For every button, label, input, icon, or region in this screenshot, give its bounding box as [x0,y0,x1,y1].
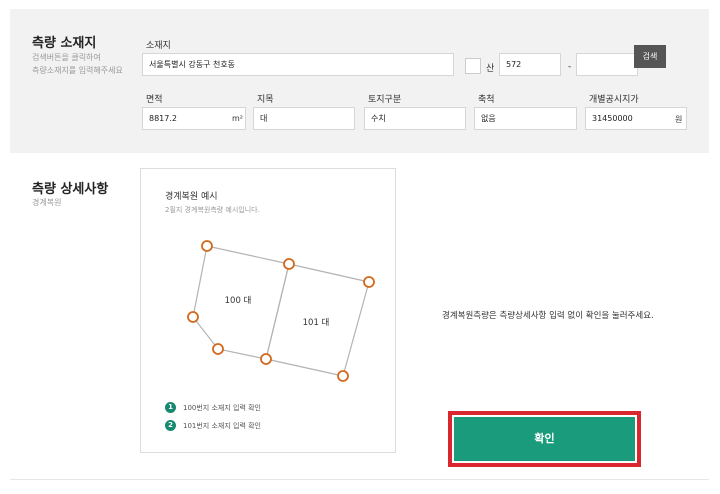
address-field[interactable]: 서울특별시 강동구 천호동 [142,53,454,76]
boundary-point [283,258,295,270]
address-label: 소재지 [146,41,171,51]
land-type-field[interactable]: 수치 [364,107,466,130]
price-label: 개별공시지가 [589,95,639,105]
price-field[interactable]: 31450000 [585,107,687,130]
sub-lot-field[interactable] [576,53,638,76]
details-section-title: 측량 상세사항 [32,182,109,197]
boundary-point [212,343,224,355]
boundary-point [187,311,199,323]
land-category-label: 지목 [257,95,274,105]
price-unit: 원 [675,115,683,124]
bottom-divider [10,479,709,480]
location-help-text: 검색버튼을 클릭하여 측량소재지를 입력해주세요 [32,53,123,75]
main-lot-field[interactable]: 572 [499,53,561,76]
mountain-label: 산 [486,64,495,74]
lot-separator: - [568,62,572,72]
boundary-point [260,353,272,365]
scale-field[interactable]: 없음 [474,107,577,130]
notice-text: 경계복원측량은 측량상세사항 입력 없이 확인을 눌러주세요. [442,311,654,321]
land-category-field[interactable]: 대 [253,107,355,130]
legend-item: 1 100번지 소재지 입력 확인 [165,402,261,413]
confirm-button[interactable]: 확인 [454,417,635,461]
area-unit: m² [232,114,243,123]
parcel-boundaries [192,245,370,377]
area-field[interactable]: 8817.2 [142,107,246,130]
legend-item: 2 101번지 소재지 입력 확인 [165,420,261,431]
search-button[interactable]: 검색 [634,45,666,68]
boundary-point [363,276,375,288]
legend-text: 101번지 소재지 입력 확인 [183,421,261,430]
example-card: 경계복원 예시 2필지 경계복원측량 예시입니다. 100 대 101 대 1 … [140,168,396,453]
legend-number-badge: 2 [165,420,176,431]
details-subtitle: 경계복원 [32,198,62,207]
scale-label: 축척 [478,95,495,105]
boundary-point [337,370,349,382]
location-section-title: 측량 소재지 [32,36,97,51]
legend-number-badge: 1 [165,402,176,413]
land-type-label: 토지구분 [368,95,402,105]
parcel-b-label: 101 대 [303,318,330,328]
legend-text: 100번지 소재지 입력 확인 [183,403,261,412]
parcel-a-label: 100 대 [225,296,252,306]
mountain-checkbox[interactable] [465,58,481,74]
location-panel [10,9,709,153]
area-label: 면적 [146,95,163,105]
boundary-point [201,240,213,252]
